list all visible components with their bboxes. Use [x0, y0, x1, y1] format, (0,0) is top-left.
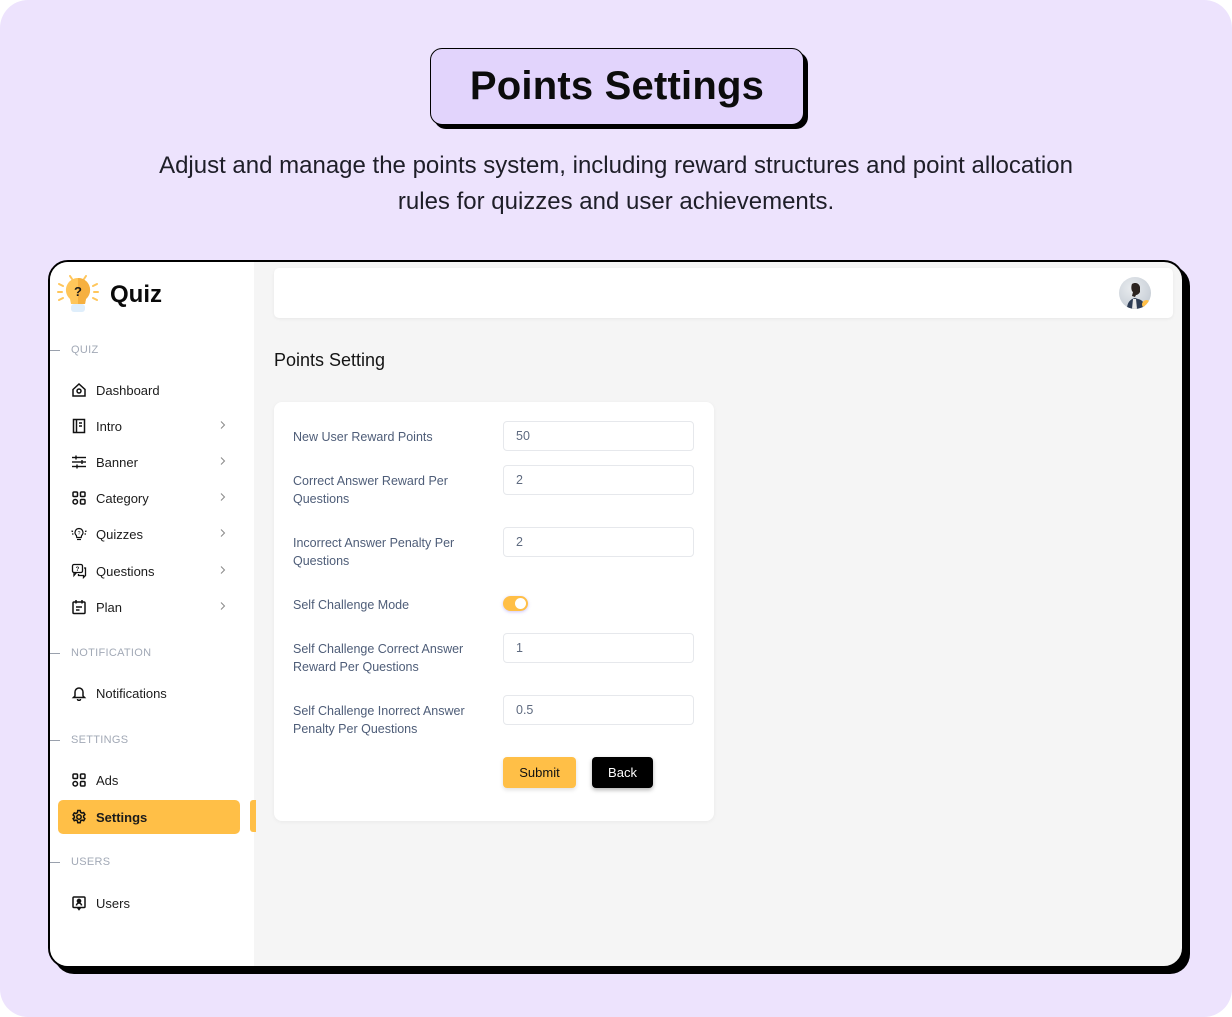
app-window: ? Quiz QUIZ Dashboard Intro Banner Categ…	[48, 260, 1184, 968]
sidebar-item-label: Quizzes	[96, 526, 143, 542]
sidebar-item-label: Questions	[96, 563, 155, 579]
sidebar-item-banner[interactable]: Banner	[58, 445, 240, 479]
active-item-indicator	[250, 800, 256, 832]
app-logo[interactable]: ? Quiz	[56, 272, 162, 316]
sidebar-item-label: Users	[96, 895, 130, 911]
user-avatar[interactable]	[1119, 277, 1151, 309]
sidebar-item-label: Banner	[96, 454, 138, 470]
chevron-right-icon	[220, 493, 226, 501]
lightbulb-question-icon: ?	[57, 275, 99, 312]
grid-icon	[70, 489, 88, 507]
section-notification: NOTIFICATION	[50, 647, 151, 659]
gear-icon	[70, 808, 88, 826]
lightbulb-icon: ?	[70, 525, 88, 543]
sidebar-item-intro[interactable]: Intro	[58, 409, 240, 443]
chevron-right-icon	[220, 566, 226, 574]
notebook-icon	[70, 417, 88, 435]
new-user-reward-label: New User Reward Points	[293, 430, 433, 444]
sidebar-item-dashboard[interactable]: Dashboard	[58, 373, 240, 407]
submit-button[interactable]: Submit	[503, 757, 576, 788]
grid-icon	[70, 771, 88, 789]
self-challenge-correct-reward-input[interactable]	[503, 633, 694, 663]
self-challenge-correct-reward-label: Self Challenge Correct Answer Reward Per…	[293, 642, 464, 674]
top-bar	[274, 268, 1173, 318]
chevron-right-icon	[220, 529, 226, 537]
svg-text:?: ?	[76, 567, 80, 573]
chat-question-icon: ?	[70, 562, 88, 580]
section-users: USERS	[50, 856, 110, 868]
sidebar-item-plan[interactable]: Plan	[58, 590, 240, 624]
new-user-reward-input[interactable]	[503, 421, 694, 451]
sidebar-item-settings[interactable]: Settings	[58, 800, 240, 834]
section-label: NOTIFICATION	[71, 647, 152, 659]
page-title: Points Setting	[274, 350, 386, 370]
section-settings: SETTINGS	[50, 734, 128, 746]
sidebar-item-label: Plan	[96, 599, 123, 615]
sidebar-item-ads[interactable]: Ads	[58, 763, 240, 797]
hero-subtitle: Adjust and manage the points system, inc…	[159, 152, 1073, 215]
sidebar-item-label: Dashboard	[96, 382, 160, 398]
home-icon	[70, 381, 88, 399]
calendar-icon	[70, 598, 88, 616]
svg-text:?: ?	[74, 284, 82, 299]
back-button[interactable]: Back	[592, 757, 653, 788]
correct-answer-reward-label: Correct Answer Reward Per Questions	[293, 474, 448, 506]
toggle-knob	[515, 598, 526, 609]
sliders-icon	[70, 453, 88, 471]
sidebar-item-questions[interactable]: ? Questions	[58, 554, 240, 588]
self-challenge-mode-label: Self Challenge Mode	[293, 598, 410, 612]
sidebar-item-label: Settings	[96, 809, 148, 825]
self-challenge-incorrect-penalty-input[interactable]	[503, 695, 694, 725]
sidebar-item-notifications[interactable]: Notifications	[58, 676, 240, 710]
page-background: Points Settings Adjust and manage the po…	[0, 0, 1232, 1017]
chevron-right-icon	[220, 602, 226, 610]
sidebar-item-quizzes[interactable]: ? Quizzes	[58, 517, 240, 551]
correct-answer-reward-input[interactable]	[503, 465, 694, 495]
sidebar-item-users[interactable]: Users	[58, 886, 240, 920]
sidebar-item-label: Ads	[96, 772, 119, 788]
section-quiz: QUIZ	[50, 344, 98, 356]
section-label: USERS	[71, 856, 111, 868]
sidebar-item-label: Notifications	[96, 685, 167, 701]
section-label: SETTINGS	[71, 734, 129, 746]
online-status-dot	[1142, 300, 1151, 309]
user-badge-icon	[70, 894, 88, 912]
sidebar: ? Quiz QUIZ Dashboard Intro Banner Categ…	[50, 262, 254, 966]
section-label: QUIZ	[71, 344, 99, 356]
incorrect-answer-penalty-label: Incorrect Answer Penalty Per Questions	[293, 536, 455, 568]
incorrect-answer-penalty-input[interactable]	[503, 527, 694, 557]
app-name: Quiz	[110, 281, 162, 308]
sidebar-item-category[interactable]: Category	[58, 481, 240, 515]
self-challenge-mode-toggle[interactable]	[503, 596, 528, 611]
bell-icon	[70, 684, 88, 702]
self-challenge-incorrect-penalty-label: Self Challenge Inorrect Answer Penalty P…	[293, 704, 465, 736]
svg-text:?: ?	[78, 531, 81, 537]
sidebar-item-label: Category	[96, 490, 149, 506]
hero-title: Points Settings	[430, 48, 804, 125]
sidebar-item-label: Intro	[96, 418, 123, 434]
chevron-right-icon	[220, 457, 226, 465]
chevron-right-icon	[220, 421, 226, 429]
points-settings-form: New User Reward Points Correct Answer Re…	[274, 402, 714, 821]
